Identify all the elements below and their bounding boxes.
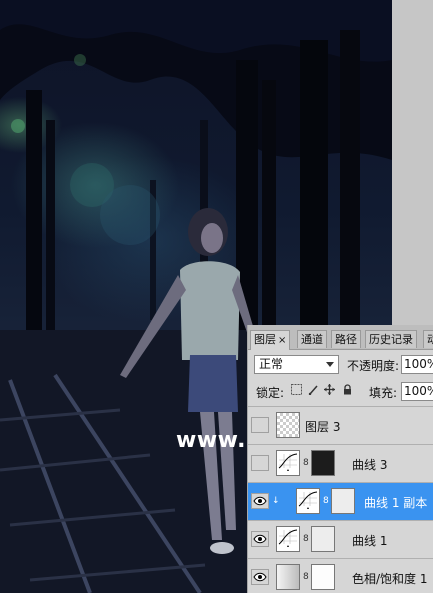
layer-mask-thumbnail[interactable] [311,450,335,476]
chain-link-icon[interactable]: 8 [303,458,309,468]
layer-name: 曲线 3 [352,458,388,472]
layer-mask-thumbnail[interactable] [311,564,335,590]
lock-paint-icon[interactable] [307,384,319,396]
blend-mode-select[interactable]: 正常 [254,355,339,374]
eye-icon[interactable] [251,569,269,585]
fill-input[interactable]: 100% [401,382,433,401]
tab-history[interactable]: 历史记录 [365,330,417,348]
layer-row-hue-saturation1[interactable]: 8 色相/饱和度 1 [248,558,433,593]
layer-mask-thumbnail[interactable] [311,526,335,552]
chain-link-icon[interactable]: 8 [303,534,309,544]
clipping-arrow-icon: ↓ [272,496,280,506]
layer-row-layer3[interactable]: 图层 3 [248,406,433,444]
layers-panel: 图层× 通道 路径 历史记录 动 正常 不透明度: 100% 锁定: 填充: 1… [247,325,433,593]
tab-paths[interactable]: 路径 [331,330,361,348]
hue-saturation-adjustment-icon [276,564,300,590]
tab-channels-label: 通道 [301,333,323,346]
lock-transparent-icon[interactable] [290,384,302,396]
layer-mask-thumbnail[interactable] [331,488,355,514]
opacity-label: 不透明度: [347,359,400,373]
fill-label: 填充: [369,386,398,400]
tab-history-label: 历史记录 [369,333,413,346]
eye-icon[interactable] [251,531,269,547]
layer-name: 曲线 1 副本 [364,496,428,510]
lock-label: 锁定: [256,386,285,400]
layer-name: 图层 3 [305,420,341,434]
canvas-margin [392,0,433,325]
curves-adjustment-icon [296,488,320,514]
layer-thumbnail-transparent [276,412,300,438]
layer-row-curves1[interactable]: 8 曲线 1 [248,520,433,558]
tab-layers-label: 图层 [254,333,276,346]
panel-tab-bar: 图层× 通道 路径 历史记录 动 [248,325,433,350]
opacity-input[interactable]: 100% [401,355,433,374]
layer-name: 色相/饱和度 1 [352,572,428,586]
eye-icon[interactable] [251,493,269,509]
curves-adjustment-icon [276,526,300,552]
tab-actions-label: 动 [427,333,433,346]
chain-link-icon[interactable]: 8 [323,496,329,506]
blend-mode-value: 正常 [259,357,284,371]
visibility-toggle-empty[interactable] [251,455,269,471]
lock-move-icon[interactable] [323,384,335,396]
layer-row-curves1-copy[interactable]: ↓ 8 曲线 1 副本 [248,482,433,520]
chevron-down-icon [326,362,334,367]
visibility-toggle-empty[interactable] [251,417,269,433]
lock-all-icon[interactable] [341,384,353,396]
chain-link-icon[interactable]: 8 [303,572,309,582]
curves-adjustment-icon [276,450,300,476]
tab-actions[interactable]: 动 [423,330,433,348]
close-icon[interactable]: × [278,335,286,346]
layer-name: 曲线 1 [352,534,388,548]
tab-layers[interactable]: 图层 × [250,330,291,350]
tab-channels[interactable]: 通道 [297,330,327,348]
tab-paths-label: 路径 [335,333,357,346]
layer-row-curves3[interactable]: 8 曲线 3 [248,444,433,482]
